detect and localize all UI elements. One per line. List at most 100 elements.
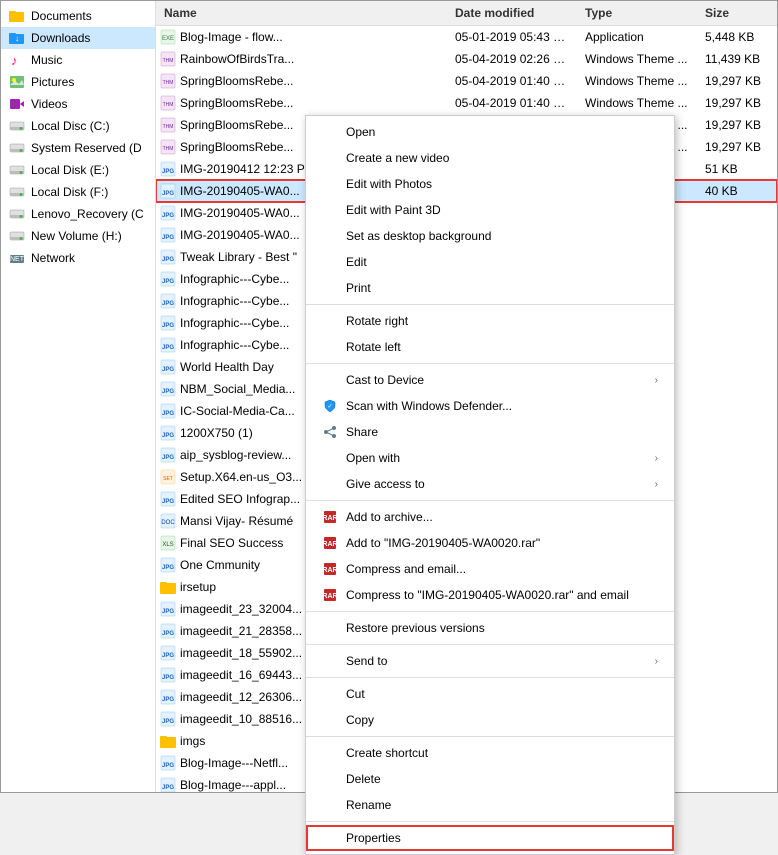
file-name: imageedit_16_69443...	[180, 668, 302, 682]
context-menu-item-open[interactable]: Open	[306, 119, 674, 145]
sidebar-label: Local Disk (F:)	[31, 185, 108, 199]
svg-text:JPG: JPG	[162, 345, 174, 351]
file-date: 05-04-2019 01:40 PM	[447, 94, 577, 112]
file-size: 19,297 KB	[697, 72, 777, 90]
context-menu-label: Open	[346, 125, 375, 139]
empty-icon	[322, 476, 338, 492]
svg-text:JPG: JPG	[162, 235, 174, 241]
file-name: Infographic---Cybe...	[180, 316, 289, 330]
file-type-icon: JPG	[160, 227, 176, 243]
sidebar-item-local-disc--c--[interactable]: Local Disc (C:)	[1, 115, 155, 137]
file-type-icon: JPG	[160, 161, 176, 177]
context-menu-item-rotate-right[interactable]: Rotate right	[306, 308, 674, 334]
context-menu-item-send-to[interactable]: Send to›	[306, 648, 674, 674]
rar_red-icon: RAR	[322, 509, 338, 525]
sidebar-item-local-disk--f--[interactable]: Local Disk (F:)	[1, 181, 155, 203]
empty-icon	[322, 620, 338, 636]
file-name: IC-Social-Media-Ca...	[180, 404, 295, 418]
context-menu-item-add-to--img-20190405-wa0020-ra[interactable]: RARAdd to "IMG-20190405-WA0020.rar"	[306, 530, 674, 556]
context-menu-item-rotate-left[interactable]: Rotate left	[306, 334, 674, 360]
sidebar-item-music[interactable]: ♪Music	[1, 49, 155, 71]
sidebar-item-local-disk--e--[interactable]: Local Disk (E:)	[1, 159, 155, 181]
svg-text:♪: ♪	[11, 53, 18, 67]
sidebar-item-downloads[interactable]: ↓Downloads	[1, 27, 155, 49]
context-menu-item-compress-to--img-20190405-wa00[interactable]: RARCompress to "IMG-20190405-WA0020.rar"…	[306, 582, 674, 608]
empty-icon	[322, 339, 338, 355]
context-menu-item-print[interactable]: Print	[306, 275, 674, 301]
file-type-icon: JPG	[160, 337, 176, 353]
file-name: SpringBloomsRebe...	[180, 140, 293, 154]
sidebar-item-videos[interactable]: Videos	[1, 93, 155, 115]
file-name: Infographic---Cybe...	[180, 272, 289, 286]
sidebar-item-network[interactable]: NETNetwork	[1, 247, 155, 269]
drive-icon	[9, 184, 25, 200]
sidebar-label: Lenovo_Recovery (C	[31, 207, 144, 221]
header-date[interactable]: Date modified	[447, 3, 577, 23]
table-row[interactable]: EXEBlog-Image - flow...05-01-2019 05:43 …	[156, 26, 777, 48]
svg-text:XLS: XLS	[162, 542, 173, 548]
svg-text:NET: NET	[10, 256, 25, 263]
context-menu-separator	[306, 736, 674, 737]
svg-text:JPG: JPG	[162, 411, 174, 417]
context-menu-label: Compress to "IMG-20190405-WA0020.rar" an…	[346, 588, 629, 602]
file-name: SpringBloomsRebe...	[180, 74, 293, 88]
context-menu-item-properties[interactable]: Properties	[306, 825, 674, 851]
table-row[interactable]: THMSpringBloomsRebe...05-04-2019 01:40 P…	[156, 92, 777, 114]
sidebar-item-documents[interactable]: Documents	[1, 5, 155, 27]
sidebar-label: System Reserved (D	[31, 141, 142, 155]
svg-text:DOC: DOC	[161, 520, 175, 526]
table-row[interactable]: THMRainbowOfBirdsTra...05-04-2019 02:26 …	[156, 48, 777, 70]
empty-icon	[322, 150, 338, 166]
file-date: 05-04-2019 01:40 PM	[447, 72, 577, 90]
file-name: imageedit_23_32004...	[180, 602, 302, 616]
file-size	[697, 453, 777, 457]
empty-icon	[322, 797, 338, 813]
sidebar-item-pictures[interactable]: Pictures	[1, 71, 155, 93]
file-size: 11,439 KB	[697, 50, 777, 68]
file-name: Infographic---Cybe...	[180, 338, 289, 352]
file-type-icon: THM	[160, 51, 176, 67]
context-menu-item-rename[interactable]: Rename	[306, 792, 674, 818]
drive-icon	[9, 206, 25, 222]
header-size[interactable]: Size	[697, 3, 777, 23]
context-menu-item-delete[interactable]: Delete	[306, 766, 674, 792]
context-menu-item-create-a-new-video[interactable]: Create a new video	[306, 145, 674, 171]
context-menu-item-set-as-desktop-background[interactable]: Set as desktop background	[306, 223, 674, 249]
empty-icon	[322, 280, 338, 296]
file-size: 51 KB	[697, 160, 777, 178]
file-name: Blog-Image - flow...	[180, 30, 283, 44]
context-menu-item-add-to-archive---[interactable]: RARAdd to archive...	[306, 504, 674, 530]
rar_red-icon: RAR	[322, 535, 338, 551]
context-menu-item-edit-with-photos[interactable]: Edit with Photos	[306, 171, 674, 197]
file-size	[697, 387, 777, 391]
context-menu-item-open-with[interactable]: Open with›	[306, 445, 674, 471]
header-name[interactable]: Name	[156, 3, 447, 23]
table-row[interactable]: THMSpringBloomsRebe...05-04-2019 01:40 P…	[156, 70, 777, 92]
sidebar-item-lenovo-recovery--c[interactable]: Lenovo_Recovery (C	[1, 203, 155, 225]
context-menu-item-give-access-to[interactable]: Give access to›	[306, 471, 674, 497]
file-name: Infographic---Cybe...	[180, 294, 289, 308]
svg-text:JPG: JPG	[162, 433, 174, 439]
context-menu-item-edit[interactable]: Edit	[306, 249, 674, 275]
context-menu-item-copy[interactable]: Copy	[306, 707, 674, 733]
context-menu-item-create-shortcut[interactable]: Create shortcut	[306, 740, 674, 766]
file-name: imgs	[180, 734, 205, 748]
header-type[interactable]: Type	[577, 3, 697, 23]
empty-icon	[322, 254, 338, 270]
context-menu-label: Create shortcut	[346, 746, 428, 760]
context-menu-item-compress-and-email---[interactable]: RARCompress and email...	[306, 556, 674, 582]
file-type-icon: JPG	[160, 645, 176, 661]
context-menu-item-scan-with-windows-defender---[interactable]: ✓Scan with Windows Defender...	[306, 393, 674, 419]
context-menu-item-cut[interactable]: Cut	[306, 681, 674, 707]
file-type-icon: JPG	[160, 777, 176, 792]
file-name-cell: THMRainbowOfBirdsTra...	[156, 49, 447, 69]
svg-text:JPG: JPG	[162, 719, 174, 725]
context-menu-separator	[306, 304, 674, 305]
context-menu-item-restore-previous-versions[interactable]: Restore previous versions	[306, 615, 674, 641]
sidebar-item-system-reserved--d[interactable]: System Reserved (D	[1, 137, 155, 159]
sidebar-item-new-volume--h--[interactable]: New Volume (H:)	[1, 225, 155, 247]
download-icon: ↓	[9, 30, 25, 46]
context-menu-item-share[interactable]: Share	[306, 419, 674, 445]
context-menu-item-edit-with-paint-3d[interactable]: Edit with Paint 3D	[306, 197, 674, 223]
context-menu-item-cast-to-device[interactable]: Cast to Device›	[306, 367, 674, 393]
